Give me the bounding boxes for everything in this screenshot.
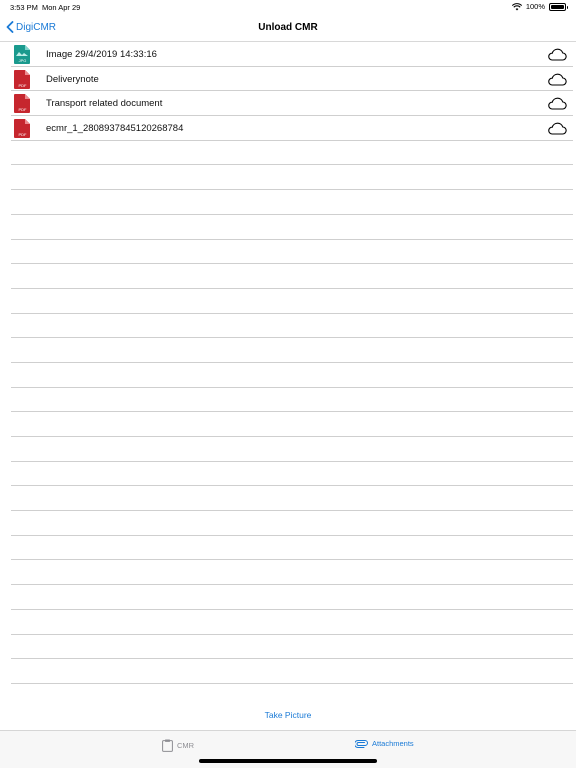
status-bar: 3:53 PM Mon Apr 29 100% bbox=[0, 0, 576, 14]
empty-row bbox=[11, 289, 573, 314]
empty-row bbox=[11, 585, 573, 610]
svg-text:PDF: PDF bbox=[19, 83, 28, 88]
svg-text:PDF: PDF bbox=[19, 107, 28, 112]
empty-row bbox=[11, 264, 573, 289]
empty-row bbox=[11, 363, 573, 388]
jpg-file-icon: JPG bbox=[14, 45, 30, 64]
empty-row bbox=[11, 141, 573, 166]
tab-attachments-label: Attachments bbox=[372, 739, 414, 748]
clipboard-icon bbox=[162, 739, 173, 752]
take-picture-button[interactable]: Take Picture bbox=[0, 710, 576, 720]
empty-row bbox=[11, 462, 573, 487]
cloud-icon[interactable] bbox=[547, 73, 567, 86]
tab-cmr[interactable]: CMR bbox=[162, 739, 194, 752]
empty-row bbox=[11, 388, 573, 413]
status-date: Mon Apr 29 bbox=[42, 3, 81, 12]
status-time: 3:53 PM bbox=[10, 3, 38, 12]
empty-row bbox=[11, 240, 573, 265]
attachment-row[interactable]: JPG Image 29/4/2019 14:33:16 bbox=[11, 42, 573, 67]
svg-text:PDF: PDF bbox=[19, 132, 28, 137]
empty-row bbox=[11, 190, 573, 215]
battery-icon bbox=[549, 2, 568, 11]
empty-row bbox=[11, 314, 573, 339]
empty-row bbox=[11, 412, 573, 437]
empty-row bbox=[11, 635, 573, 660]
pdf-file-icon: PDF bbox=[14, 119, 30, 139]
empty-row bbox=[11, 536, 573, 561]
pdf-file-icon: PDF bbox=[14, 69, 30, 89]
empty-row bbox=[11, 215, 573, 240]
empty-row bbox=[11, 165, 573, 191]
empty-row bbox=[11, 560, 573, 586]
attachment-name: ecmr_1_2808937845120268784 bbox=[46, 123, 184, 135]
cloud-icon[interactable] bbox=[547, 48, 567, 61]
status-indicators: 100% bbox=[511, 2, 568, 11]
page-title: Unload CMR bbox=[258, 22, 318, 33]
svg-text:JPG: JPG bbox=[19, 58, 27, 63]
empty-rows bbox=[11, 141, 573, 684]
empty-row bbox=[11, 486, 573, 512]
cloud-icon[interactable] bbox=[547, 122, 567, 135]
tab-cmr-label: CMR bbox=[177, 741, 195, 750]
attachments-list: JPG Image 29/4/2019 14:33:16 PDF Deliver… bbox=[11, 42, 573, 684]
paperclip-icon bbox=[355, 739, 368, 748]
attachment-name: Image 29/4/2019 14:33:16 bbox=[46, 49, 157, 60]
cloud-icon[interactable] bbox=[547, 97, 567, 110]
attachment-name: Transport related document bbox=[46, 98, 163, 110]
attachment-row[interactable]: PDF Transport related document bbox=[11, 91, 573, 117]
home-indicator bbox=[199, 759, 377, 763]
attachment-row[interactable]: PDF ecmr_1_2808937845120268784 bbox=[11, 116, 573, 141]
navigation-bar: DigiCMR Unload CMR bbox=[0, 14, 576, 42]
tab-attachments[interactable]: Attachments bbox=[355, 739, 414, 748]
pdf-file-icon: PDF bbox=[14, 94, 30, 114]
attachment-name: Deliverynote bbox=[46, 73, 99, 85]
empty-row bbox=[11, 659, 573, 684]
battery-percentage: 100% bbox=[525, 2, 545, 11]
empty-row bbox=[11, 437, 573, 462]
attachment-row[interactable]: PDF Deliverynote bbox=[11, 67, 573, 92]
empty-row bbox=[11, 338, 573, 363]
empty-row bbox=[11, 511, 573, 536]
wifi-icon bbox=[511, 2, 522, 10]
empty-row bbox=[11, 610, 573, 635]
